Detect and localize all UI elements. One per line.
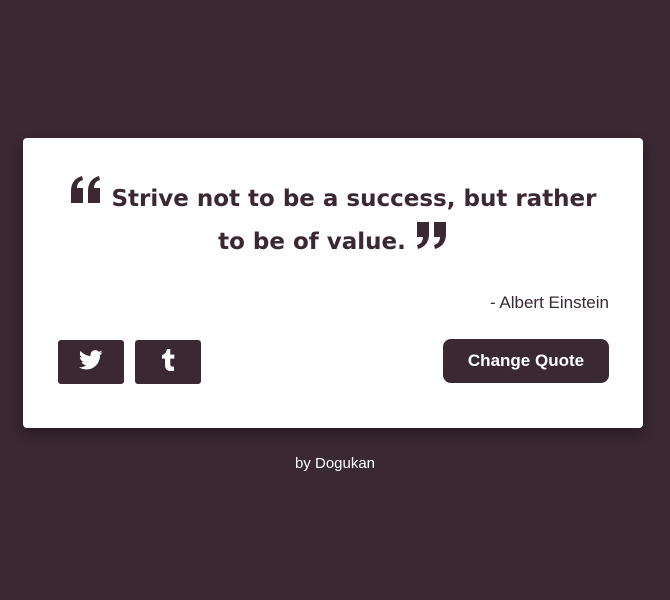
quote-text-block: Strive not to be a success, but rather t… <box>63 175 603 264</box>
open-quote-icon <box>69 175 103 205</box>
tumblr-button[interactable] <box>135 340 201 384</box>
quote-text: Strive not to be a success, but rather t… <box>111 186 597 255</box>
author-link[interactable]: Dogukan <box>315 455 375 472</box>
footer: by Dogukan <box>0 455 670 472</box>
quote-box: Strive not to be a success, but rather t… <box>23 138 643 428</box>
twitter-icon <box>78 350 103 374</box>
change-quote-button[interactable]: Change Quote <box>443 339 609 383</box>
tweet-button[interactable] <box>58 340 124 384</box>
tumblr-icon <box>161 349 175 375</box>
close-quote-icon <box>414 220 448 250</box>
quote-author: - Albert Einstein <box>489 293 609 312</box>
footer-prefix: by <box>294 455 311 472</box>
